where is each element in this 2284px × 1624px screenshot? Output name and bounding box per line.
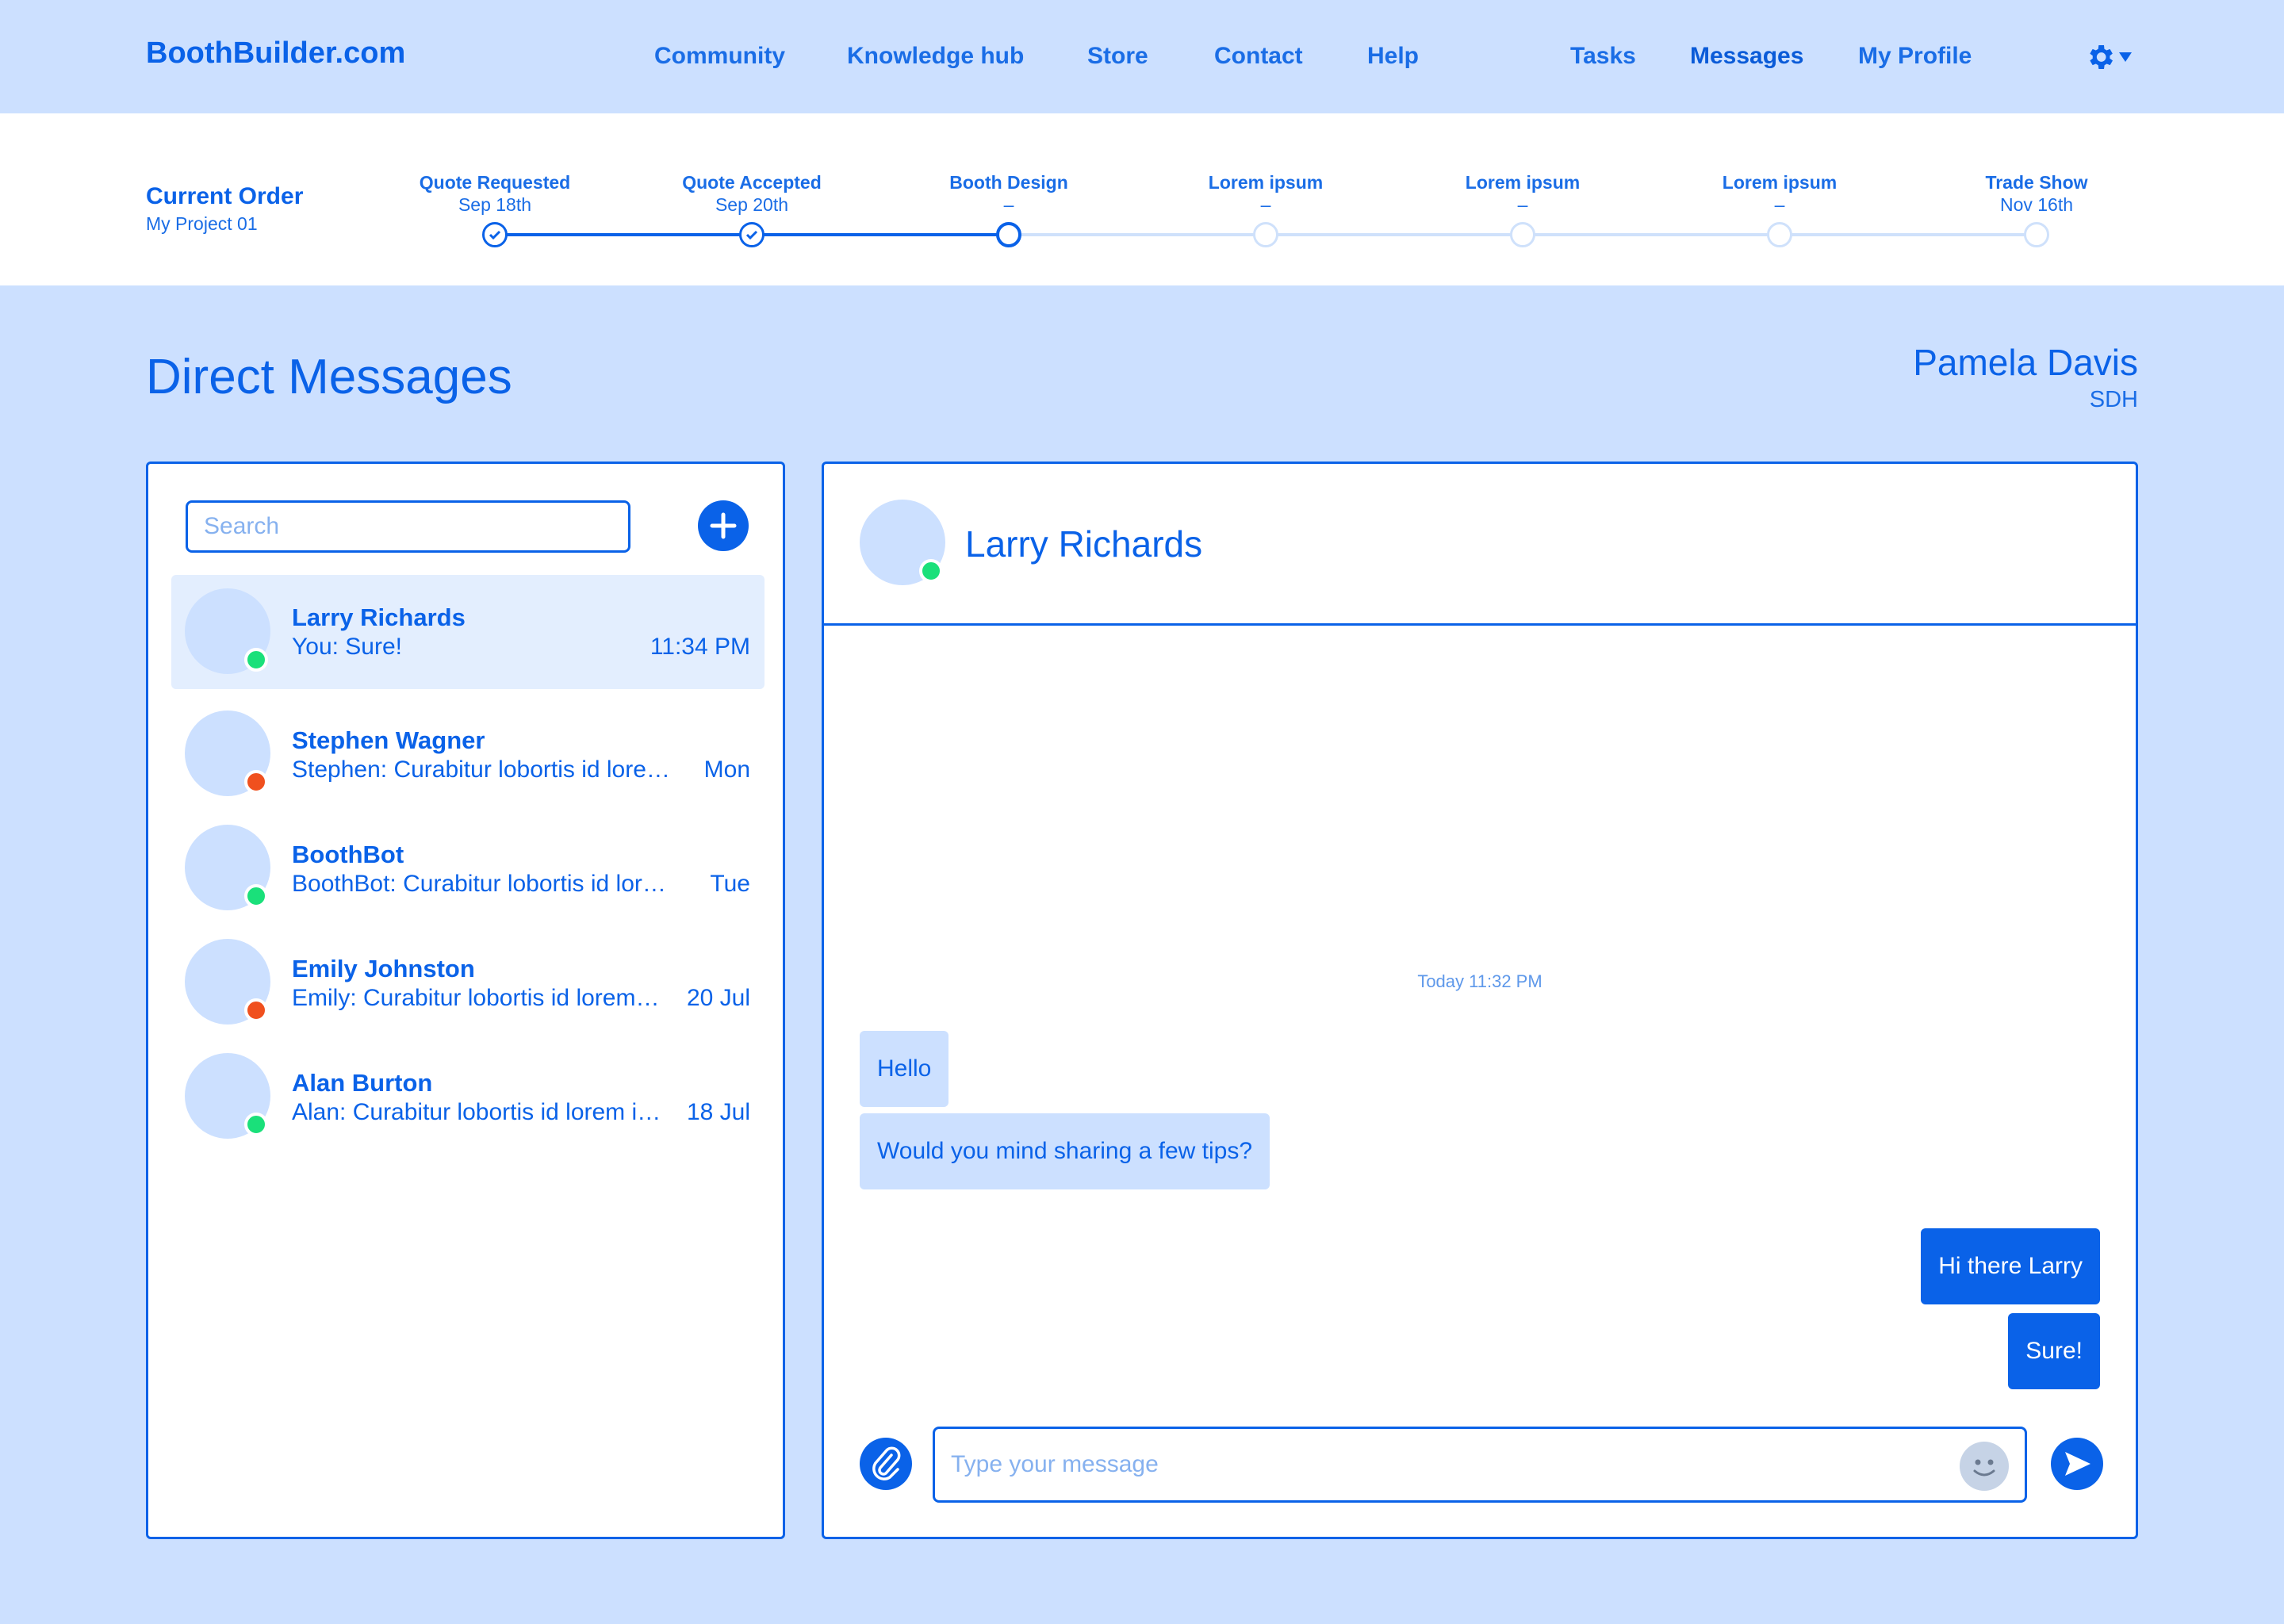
order-project: My Project 01: [146, 213, 258, 234]
conversation-time: Tue: [710, 871, 750, 897]
conversation-name: Larry Richards: [292, 603, 466, 631]
chevron-down-icon: [2119, 52, 2132, 62]
step-date: –: [1774, 194, 1785, 215]
conversation-item[interactable]: Stephen Wagner Stephen: Curabitur lobort…: [171, 699, 765, 814]
step-label: Lorem ipsum: [1722, 172, 1838, 193]
conversation-time: 20 Jul: [686, 985, 750, 1011]
chat-panel: Larry Richards Today 11:32 PM Hello Woul…: [822, 462, 2138, 1539]
step-label: Lorem ipsum: [1465, 172, 1581, 193]
step-date: Sep 20th: [715, 194, 789, 215]
step-date: Nov 16th: [1999, 194, 2074, 215]
conversation-name: Emily Johnston: [292, 955, 475, 982]
send-button[interactable]: [2051, 1438, 2103, 1490]
step-pending-marker: [1510, 222, 1535, 247]
conversation-time: 18 Jul: [686, 1099, 750, 1125]
conversation-list-panel: Larry Richards You: Sure! 11:34 PM Steph…: [146, 462, 785, 1539]
status-busy-indicator: [244, 998, 268, 1022]
gear-icon: [2090, 45, 2113, 69]
paperclip-icon: [872, 1446, 901, 1480]
send-icon: [2065, 1452, 2090, 1476]
nav-tasks[interactable]: Tasks: [1570, 43, 1636, 70]
check-icon: [745, 230, 758, 240]
step-pending-marker: [2024, 222, 2049, 247]
conversation-preview: You: Sure!: [292, 634, 402, 660]
attach-button[interactable]: [860, 1438, 912, 1490]
conversation-time: Mon: [703, 756, 750, 783]
conversation-preview: Stephen: Curabitur lobortis id lorem id …: [292, 756, 673, 783]
step-date: –: [1260, 194, 1271, 215]
chat-contact-name: Larry Richards: [965, 523, 1203, 565]
message-bubble-outgoing: Hi there Larry: [1921, 1228, 2100, 1304]
step-label: Quote Accepted: [682, 172, 822, 193]
message-input[interactable]: [951, 1445, 1934, 1484]
step-label: Booth Design: [949, 172, 1068, 193]
top-nav: BoothBuilder.com Community Knowledge hub…: [0, 0, 2284, 113]
step-label: Trade Show: [1985, 172, 2088, 193]
nav-community[interactable]: Community: [654, 43, 785, 70]
nav-store[interactable]: Store: [1087, 43, 1148, 70]
status-online-indicator: [919, 559, 943, 583]
conversation-preview: Emily: Curabitur lobortis id lorem id bi…: [292, 985, 661, 1011]
nav-my-profile[interactable]: My Profile: [1858, 43, 1972, 70]
nav-knowledge-hub[interactable]: Knowledge hub: [847, 43, 1024, 70]
plus-icon: [710, 512, 737, 539]
step-label: Lorem ipsum: [1208, 172, 1324, 193]
status-online-indicator: [244, 884, 268, 908]
conversation-name: Alan Burton: [292, 1069, 433, 1097]
message-bubble-outgoing: Sure!: [2008, 1313, 2100, 1389]
message-input-box: [933, 1427, 2027, 1503]
chat-header: Larry Richards: [824, 464, 2136, 626]
smiley-icon: [1960, 1442, 2009, 1491]
step-done-marker: [739, 222, 765, 247]
chat-timestamp: Today 11:32 PM: [1417, 971, 1542, 991]
step-date: –: [1517, 194, 1528, 215]
brand-logo[interactable]: BoothBuilder.com: [146, 36, 405, 71]
current-user-name: Pamela Davis: [1913, 342, 2138, 383]
conversation-time: 11:34 PM: [650, 634, 750, 660]
step-pending-marker: [1253, 222, 1278, 247]
step-pending-marker: [1767, 222, 1792, 247]
step-current-marker: [996, 222, 1021, 247]
conversation-name: BoothBot: [292, 841, 404, 868]
step-date: Sep 18th: [458, 194, 532, 215]
nav-contact[interactable]: Contact: [1214, 43, 1303, 70]
message-bubble-incoming: Would you mind sharing a few tips?: [860, 1113, 1270, 1189]
message-bubble-incoming: Hello: [860, 1031, 949, 1107]
step-label: Quote Requested: [419, 172, 571, 193]
step-date: –: [1003, 194, 1014, 215]
conversation-item[interactable]: Emily Johnston Emily: Curabitur lobortis…: [171, 928, 765, 1042]
nav-messages[interactable]: Messages: [1690, 43, 1803, 70]
order-title: Current Order: [146, 183, 304, 209]
conversation-preview: Alan: Curabitur lobortis id lorem id bib…: [292, 1099, 669, 1125]
status-online-indicator: [244, 1113, 268, 1136]
status-busy-indicator: [244, 770, 268, 794]
emoji-button[interactable]: [1960, 1442, 2009, 1491]
conversation-item[interactable]: Larry Richards You: Sure! 11:34 PM: [171, 575, 765, 689]
new-conversation-button[interactable]: [698, 500, 749, 551]
current-user-org: SDH: [2089, 387, 2138, 412]
conversation-preview: BoothBot: Curabitur lobortis id lorem id…: [292, 871, 669, 897]
check-icon: [489, 230, 501, 240]
step-done-marker: [482, 222, 508, 247]
search-input[interactable]: [186, 500, 630, 553]
conversation-name: Stephen Wagner: [292, 726, 485, 754]
nav-help[interactable]: Help: [1367, 43, 1419, 70]
settings-menu-button[interactable]: [2084, 40, 2132, 75]
page-title: Direct Messages: [146, 350, 512, 404]
order-progress: Current Order My Project 01 Quote Reques…: [0, 113, 2284, 285]
status-online-indicator: [244, 648, 268, 672]
conversation-item[interactable]: Alan Burton Alan: Curabitur lobortis id …: [171, 1042, 765, 1156]
conversation-item[interactable]: BoothBot BoothBot: Curabitur lobortis id…: [171, 814, 765, 928]
